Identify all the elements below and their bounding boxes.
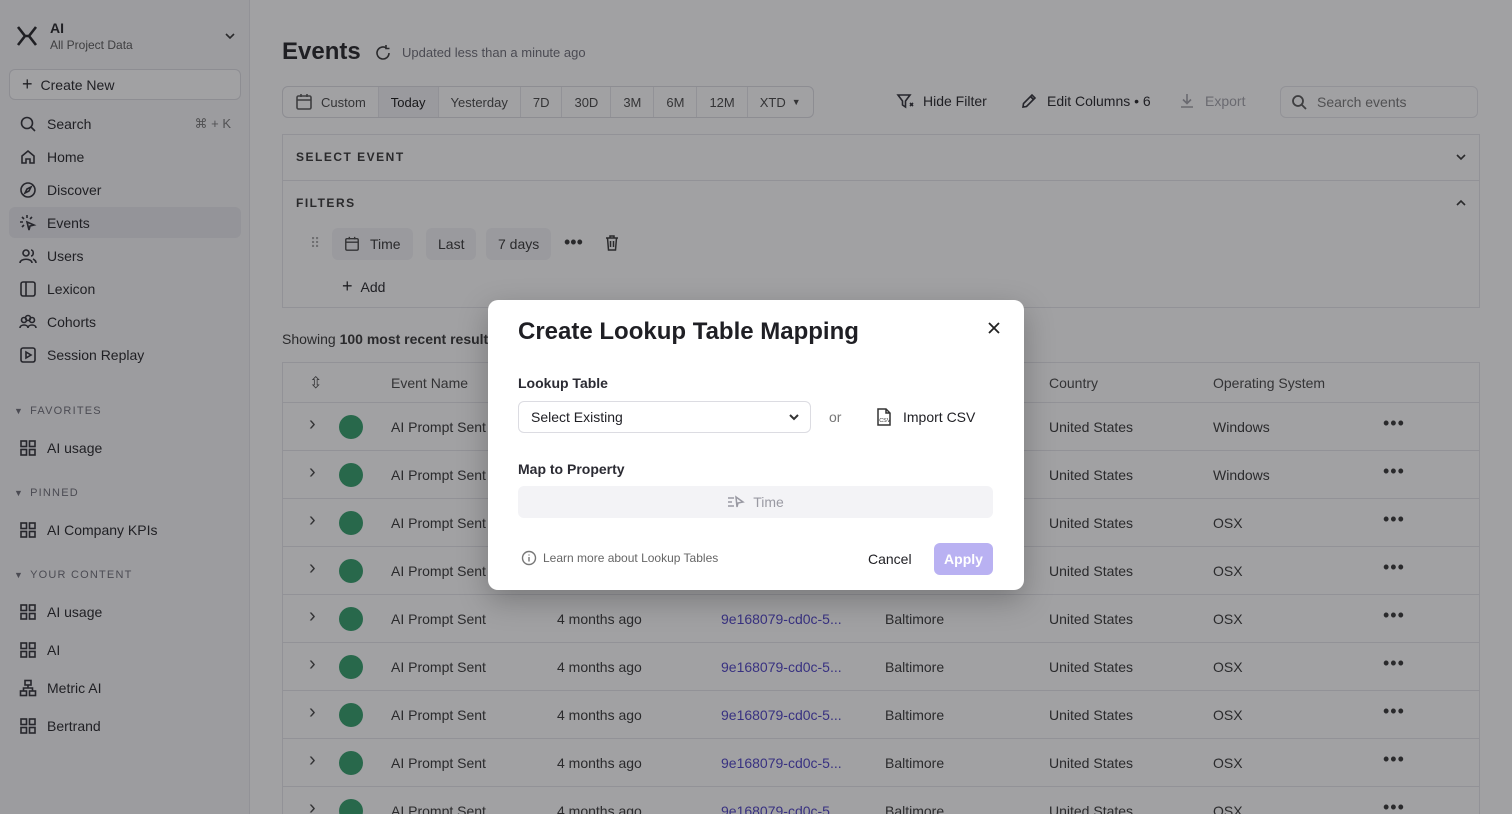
apply-button[interactable]: Apply — [934, 543, 993, 575]
csv-file-icon: CSV — [877, 408, 891, 426]
property-value: Time — [753, 494, 784, 510]
chevron-down-icon — [789, 414, 799, 421]
svg-text:CSV: CSV — [879, 418, 891, 424]
info-icon — [521, 550, 537, 566]
lookup-table-select[interactable]: Select Existing — [518, 401, 811, 433]
learn-more-label: Learn more about Lookup Tables — [543, 551, 719, 565]
map-to-property-label: Map to Property — [518, 461, 625, 477]
lookup-table-modal: Create Lookup Table Mapping Lookup Table… — [488, 300, 1024, 590]
cancel-button[interactable]: Cancel — [856, 543, 924, 575]
import-csv-button[interactable]: CSV Import CSV — [874, 407, 975, 427]
import-csv-label: Import CSV — [903, 409, 976, 425]
lookup-table-label: Lookup Table — [518, 375, 608, 391]
lookup-table-select-value: Select Existing — [531, 409, 623, 425]
map-to-property-input[interactable]: Time — [518, 486, 993, 518]
modal-title: Create Lookup Table Mapping — [518, 318, 859, 345]
or-text: or — [829, 409, 842, 425]
property-icon — [728, 495, 746, 508]
learn-more-link[interactable]: Learn more about Lookup Tables — [521, 550, 718, 566]
close-icon[interactable] — [986, 320, 1002, 336]
